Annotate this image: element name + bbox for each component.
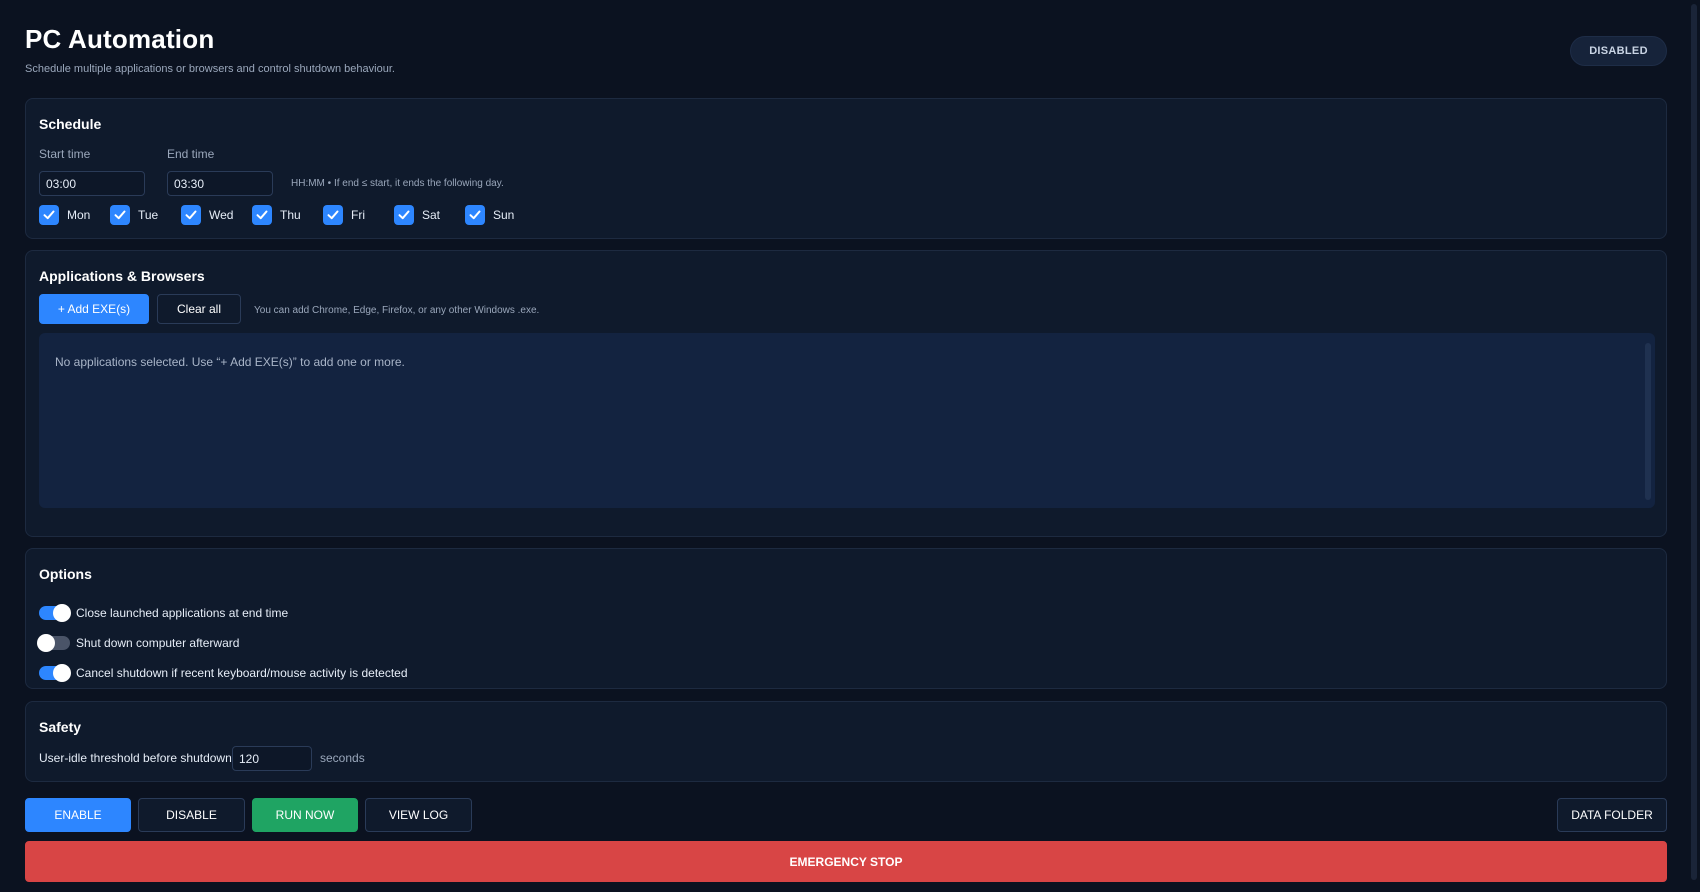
page-subtitle: Schedule multiple applications or browse… [25,63,395,75]
start-time-input[interactable] [39,171,145,196]
page-title: PC Automation [25,24,215,54]
window-scrollbar-thumb[interactable] [1691,4,1697,880]
day-label-mon: Mon [67,208,91,222]
application-list[interactable]: No applications selected. Use “+ Add EXE… [39,333,1655,508]
checkbox-thu[interactable] [252,205,272,225]
day-thu[interactable]: Thu [252,205,301,225]
emergency-stop-button[interactable]: EMERGENCY STOP [25,841,1667,882]
day-mon[interactable]: Mon [39,205,90,225]
toggle-knob [53,664,71,682]
day-label-thu: Thu [280,208,301,222]
end-time-label: End time [167,147,215,161]
checkbox-sat[interactable] [394,205,414,225]
day-sat[interactable]: Sat [394,205,440,225]
toggle-knob [53,604,71,622]
toggle-close-apps[interactable] [39,604,71,622]
checkbox-wed[interactable] [181,205,201,225]
day-label-sun: Sun [493,208,515,222]
checkbox-mon[interactable] [39,205,59,225]
check-icon [469,210,481,220]
check-icon [398,210,410,220]
day-label-wed: Wed [209,208,234,222]
list-scrollbar[interactable] [1645,343,1651,500]
check-icon [185,210,197,220]
idle-threshold-label: User-idle threshold before shutdown [39,751,232,765]
day-fri[interactable]: Fri [323,205,365,225]
schedule-hint: HH:MM • If end ≤ start, it ends the foll… [291,178,504,189]
data-folder-button[interactable]: DATA FOLDER [1557,798,1667,832]
options-title: Options [39,566,92,582]
disable-button[interactable]: DISABLE [138,798,245,832]
toggle-shutdown[interactable] [37,634,70,652]
enable-button[interactable]: ENABLE [25,798,131,832]
checkbox-fri[interactable] [323,205,343,225]
checkbox-tue[interactable] [110,205,130,225]
view-log-button[interactable]: VIEW LOG [365,798,472,832]
applications-panel: Applications & Browsers + Add EXE(s) Cle… [25,250,1667,537]
run-now-button[interactable]: RUN NOW [252,798,358,832]
option-shutdown[interactable]: Shut down computer afterward [37,634,240,652]
safety-panel: Safety User-idle threshold before shutdo… [25,701,1667,782]
add-exe-button[interactable]: + Add EXE(s) [39,294,149,324]
start-time-label: Start time [39,147,91,161]
empty-list-message: No applications selected. Use “+ Add EXE… [55,355,405,369]
option-label: Close launched applications at end time [76,606,289,620]
clear-all-button[interactable]: Clear all [157,294,241,324]
option-label: Cancel shutdown if recent keyboard/mouse… [76,666,408,680]
toggle-knob [37,634,55,652]
safety-title: Safety [39,719,82,735]
day-label-fri: Fri [351,208,365,222]
toggle-cancel-on-activity[interactable] [39,664,71,682]
day-wed[interactable]: Wed [181,205,233,225]
check-icon [327,210,339,220]
check-icon [114,210,126,220]
check-icon [256,210,268,220]
checkbox-sun[interactable] [465,205,485,225]
schedule-panel: Schedule Start time End time HH:MM • If … [25,98,1667,239]
option-label: Shut down computer afterward [76,636,240,650]
applications-hint: You can add Chrome, Edge, Firefox, or an… [254,305,540,316]
idle-threshold-unit: seconds [320,751,365,765]
option-close-apps[interactable]: Close launched applications at end time [39,604,289,622]
header: PC Automation Schedule multiple applicat… [25,0,1700,97]
schedule-title: Schedule [39,116,102,132]
day-label-sat: Sat [422,208,441,222]
options-panel: Options Close launched applications at e… [25,548,1667,689]
idle-threshold-input[interactable] [232,746,312,771]
status-badge: DISABLED [1570,36,1667,66]
app-window: PC Automation Schedule multiple applicat… [0,0,1700,892]
day-tue[interactable]: Tue [110,205,158,225]
option-cancel-on-activity[interactable]: Cancel shutdown if recent keyboard/mouse… [39,664,408,682]
day-sun[interactable]: Sun [465,205,514,225]
check-icon [43,210,55,220]
day-label-tue: Tue [138,208,159,222]
applications-title: Applications & Browsers [39,268,205,284]
end-time-input[interactable] [167,171,273,196]
window-scrollbar-track[interactable] [1687,0,1700,892]
